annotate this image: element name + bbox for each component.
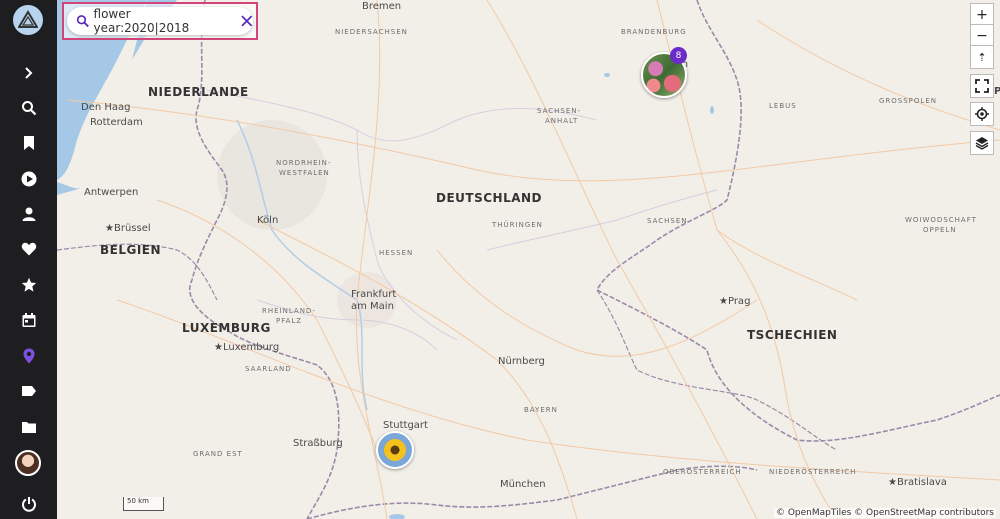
label-bratislava: ★Bratislava: [888, 477, 947, 488]
label-brussel-text: Brüssel: [113, 223, 151, 234]
fullscreen-button[interactable]: [970, 74, 994, 98]
locate-icon: [975, 107, 989, 121]
power-icon: [21, 497, 36, 512]
label-niederlande: NIEDERLANDE: [148, 85, 249, 99]
label-woiwodschaft-2: OPPELN: [923, 226, 957, 234]
label-sachsen-anhalt-1: SACHSEN-: [537, 107, 582, 115]
expand-sidebar-button[interactable]: [0, 58, 57, 88]
label-den-haag: Den Haag: [81, 102, 131, 113]
label-tschechien: TSCHECHIEN: [747, 328, 838, 342]
label-belgien: BELGIEN: [100, 243, 162, 257]
nav-folders[interactable]: [0, 412, 57, 442]
label-thuringen: THÜRINGEN: [492, 221, 543, 229]
label-deutschland: DEUTSCHLAND: [436, 191, 543, 205]
locate-button[interactable]: [970, 102, 994, 126]
nav-labels[interactable]: [0, 376, 57, 406]
logout-button[interactable]: [0, 489, 57, 519]
label-nrw-2: WESTFALEN: [279, 169, 330, 177]
compass-button[interactable]: ⇡: [970, 45, 994, 69]
label-luxemburg-city-text: Luxemburg: [222, 342, 280, 353]
label-strassburg: Straßburg: [293, 438, 343, 449]
label-rotterdam: Rotterdam: [90, 117, 143, 128]
label-antwerpen: Antwerpen: [84, 187, 139, 198]
clear-search-icon[interactable]: [241, 15, 253, 27]
star-icon: [21, 277, 36, 292]
label-edge-p: P: [994, 86, 1000, 97]
map-pin-icon: [23, 348, 34, 364]
label-lebus: LEBUS: [769, 102, 797, 110]
label-grosspolen: GROSSPOLEN: [879, 97, 937, 105]
search-highlight: flower year:2020|2018: [62, 2, 258, 40]
label-rlp-2: PFALZ: [276, 317, 303, 325]
sidebar: [0, 0, 57, 519]
nav-starred[interactable]: [0, 270, 57, 300]
search-bar[interactable]: flower year:2020|2018: [67, 7, 253, 35]
chevron-right-icon: [24, 67, 32, 79]
nav-search[interactable]: [0, 93, 57, 123]
nav-bookmarks[interactable]: [0, 128, 57, 158]
label-saarland: SAARLAND: [245, 365, 292, 373]
stuttgart-sunflower-thumbnail[interactable]: [376, 431, 414, 469]
triangle-logo-icon: [18, 10, 38, 28]
label-luxemburg-country: LUXEMBURG: [182, 321, 271, 335]
label-stuttgart: Stuttgart: [383, 420, 428, 431]
folder-icon: [21, 422, 36, 433]
map-view[interactable]: Bremen NIEDERSACHSEN BRANDENBURG NIEDERL…: [57, 0, 1000, 519]
label-luxemburg-city: ★Luxemburg: [214, 342, 280, 353]
nav-calendar[interactable]: [0, 305, 57, 335]
label-sachsen-anhalt-2: ANHALT: [545, 117, 579, 125]
cluster-count-badge: 8: [670, 47, 687, 64]
nav-people[interactable]: [0, 199, 57, 229]
label-niedersachsen: NIEDERSACHSEN: [335, 28, 408, 36]
label-oberosterreich: OBERÖSTERREICH: [663, 468, 742, 476]
label-bratislava-text: Bratislava: [896, 477, 947, 488]
label-munchen: München: [500, 479, 546, 490]
map-base-layer: [57, 0, 1000, 519]
person-icon: [22, 207, 35, 221]
label-nrw-1: NORDRHEIN-: [276, 159, 332, 167]
layers-button[interactable]: [970, 131, 994, 155]
map-attribution[interactable]: © OpenMapTiles © OpenStreetMap contribut…: [773, 508, 996, 518]
user-avatar[interactable]: [15, 450, 41, 476]
nav-places[interactable]: [0, 341, 57, 371]
label-brandenburg: BRANDENBURG: [621, 28, 687, 36]
search-icon: [21, 101, 36, 116]
bookmark-icon: [23, 136, 34, 150]
label-sachsen: SACHSEN: [647, 217, 688, 225]
search-input[interactable]: flower year:2020|2018: [94, 7, 226, 35]
map-scale: 50 km: [123, 497, 164, 511]
heart-icon: [21, 242, 36, 256]
fullscreen-icon: [975, 79, 989, 93]
calendar-icon: [22, 313, 35, 327]
label-bremen: Bremen: [362, 1, 402, 12]
label-rlp-1: RHEINLAND-: [262, 307, 316, 315]
label-frankfurt-1: Frankfurt: [351, 289, 397, 300]
nav-videos[interactable]: [0, 164, 57, 194]
label-brussel: ★Brüssel: [105, 223, 151, 234]
label-nurnberg: Nürnberg: [498, 356, 545, 367]
nav-favorites[interactable]: [0, 234, 57, 264]
app-logo[interactable]: [13, 5, 43, 35]
label-niederosterreich: NIEDERÖSTERREICH: [769, 468, 857, 476]
layers-icon: [975, 137, 989, 150]
label-koln: Köln: [257, 215, 279, 226]
play-icon: [21, 171, 36, 187]
tag-icon: [21, 386, 36, 396]
label-hessen: HESSEN: [379, 249, 414, 257]
label-grand-est: GRAND EST: [193, 450, 243, 458]
label-frankfurt-2: am Main: [351, 301, 394, 312]
label-prag-text: Prag: [727, 296, 751, 307]
label-woiwodschaft-1: WOIWODSCHAFT: [905, 216, 977, 224]
label-prag: ★Prag: [719, 296, 751, 307]
label-bayern: BAYERN: [524, 406, 558, 414]
search-icon: [76, 15, 89, 28]
